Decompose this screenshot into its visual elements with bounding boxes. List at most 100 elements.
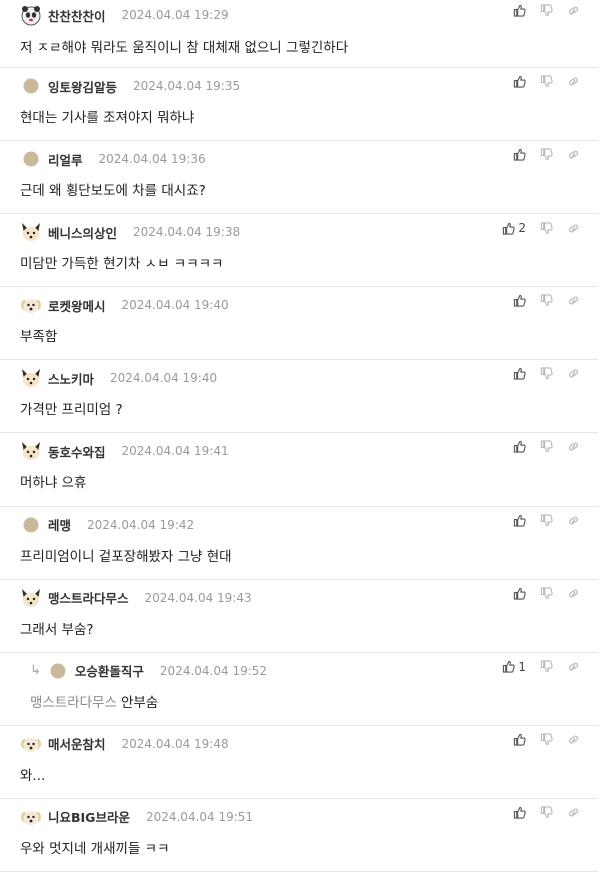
avatar[interactable]: [20, 367, 42, 389]
like-button[interactable]: [513, 294, 526, 307]
thumbs-up-icon: [513, 75, 526, 88]
dislike-button[interactable]: [540, 294, 553, 307]
copy-link-button[interactable]: [567, 4, 580, 17]
copy-link-button[interactable]: [567, 294, 580, 307]
avatar[interactable]: [20, 514, 42, 536]
copy-link-button[interactable]: [567, 806, 580, 819]
dislike-button[interactable]: [540, 440, 553, 453]
author-nickname[interactable]: 잉토왕김알등: [48, 77, 117, 96]
comment-item: 맹스트라다무스 2024.04.04 19:43 그래서 부숨?: [0, 579, 598, 653]
dislike-button[interactable]: [540, 660, 553, 673]
copy-link-button[interactable]: [567, 440, 580, 453]
dislike-button[interactable]: [540, 513, 553, 527]
like-button[interactable]: [513, 148, 526, 161]
dislike-button[interactable]: [540, 4, 553, 17]
dislike-button[interactable]: [540, 75, 553, 88]
copy-link-button[interactable]: [567, 733, 580, 746]
author-nickname[interactable]: 베니스의상인: [48, 223, 117, 242]
author-nickname[interactable]: 맹스트라다무스: [48, 588, 129, 607]
like-button[interactable]: [513, 806, 526, 819]
copy-link-button[interactable]: [567, 587, 580, 600]
avatar[interactable]: [20, 221, 42, 243]
comment-timestamp: 2024.04.04 19:51: [145, 809, 254, 824]
dislike-button[interactable]: [540, 222, 553, 235]
comment-actions: [499, 75, 580, 88]
avatar[interactable]: [20, 294, 42, 316]
comment-meta: 레맹 2024.04.04 19:42: [20, 515, 194, 535]
avatar[interactable]: [20, 806, 42, 828]
like-button[interactable]: [513, 587, 526, 600]
comment-item: 로켓왕메시 2024.04.04 19:40 부족함: [0, 287, 598, 361]
copy-link-button[interactable]: [567, 75, 580, 88]
author-nickname[interactable]: 동호수와집: [48, 442, 106, 461]
comment-meta: 베니스의상인 2024.04.04 19:38: [20, 222, 240, 242]
comment-timestamp: 2024.04.04 19:29: [121, 8, 229, 22]
comment-timestamp: 2024.04.04 19:38: [133, 225, 241, 240]
dislike-button[interactable]: [540, 148, 553, 161]
copy-link-button[interactable]: [567, 222, 580, 235]
copy-link-button[interactable]: [567, 660, 580, 673]
thumbs-down-icon: [540, 148, 553, 161]
comment-text: 가격만 프리미엄 ?: [20, 398, 123, 418]
comment-actions: 2: [488, 221, 580, 235]
like-button[interactable]: [513, 440, 526, 454]
comment-actions: [499, 440, 580, 454]
like-button[interactable]: 1: [502, 660, 526, 674]
avatar[interactable]: [20, 75, 42, 97]
author-nickname[interactable]: 니요BIG브라운: [48, 807, 130, 826]
comment-timestamp: 2024.04.04 19:43: [144, 590, 252, 605]
author-nickname[interactable]: 찬찬찬찬이: [48, 6, 106, 25]
comment-meta: 동호수와집 2024.04.04 19:41: [20, 441, 229, 461]
avatar[interactable]: [20, 733, 42, 755]
comment-body: 현대는 기사를 조져야지 뭐하냐: [20, 110, 195, 126]
thumbs-down-icon: [540, 367, 553, 380]
comment-body: 머하냐 으휴: [20, 475, 87, 492]
copy-link-button[interactable]: [567, 514, 580, 527]
comment-item: 매서운참치 2024.04.04 19:48 와...: [0, 725, 598, 799]
comment-text: 현대는 기사를 조져야지 뭐하냐: [20, 106, 194, 126]
like-button[interactable]: [513, 75, 526, 88]
like-count: 1: [518, 659, 526, 674]
comment-body: 그래서 부숨?: [20, 621, 94, 638]
author-nickname[interactable]: 매서운참치: [48, 734, 106, 753]
author-nickname[interactable]: 리얼루: [48, 150, 83, 169]
thumbs-down-icon: [540, 4, 553, 17]
mention-tag[interactable]: 맹스트라다무스: [30, 695, 117, 711]
dislike-button[interactable]: [540, 806, 553, 819]
comment-text: 머하냐 으휴: [20, 471, 86, 491]
thumbs-up-icon: [513, 806, 526, 819]
author-nickname[interactable]: 오승환돌직구: [75, 661, 144, 680]
comment-timestamp: 2024.04.04 19:36: [98, 152, 206, 167]
dislike-button[interactable]: [540, 367, 553, 380]
like-button[interactable]: [513, 733, 526, 746]
like-button[interactable]: [513, 514, 526, 527]
avatar[interactable]: [20, 587, 42, 609]
like-button[interactable]: 2: [502, 221, 526, 235]
like-button[interactable]: [513, 4, 526, 17]
avatar[interactable]: [20, 440, 42, 462]
dislike-button[interactable]: [540, 733, 553, 746]
comment-text: 와...: [20, 764, 45, 784]
copy-link-button[interactable]: [567, 148, 580, 161]
comment-body: 와...: [20, 767, 46, 784]
comment-body: 근데 왜 횡단보도에 차를 대시죠?: [20, 183, 206, 200]
link-icon: [567, 587, 580, 600]
copy-link-button[interactable]: [567, 367, 580, 380]
author-nickname[interactable]: 스노키마: [48, 369, 94, 388]
thumbs-up-icon: [513, 367, 526, 381]
avatar[interactable]: [20, 4, 42, 26]
comment-timestamp: 2024.04.04 19:52: [159, 663, 268, 678]
avatar[interactable]: [47, 660, 69, 682]
comment-text: 저 ㅈㄹ해야 뭐라도 움직이니 참 대체재 없으니 그렇긴하다: [20, 36, 348, 56]
comment-body: 미담만 가득한 현기차 ㅅㅂ ㅋㅋㅋㅋ: [20, 256, 224, 273]
author-nickname[interactable]: 로켓왕메시: [48, 296, 106, 315]
thumbs-down-icon: [540, 513, 553, 527]
like-button[interactable]: [513, 367, 526, 381]
comment-meta: 매서운참치 2024.04.04 19:48: [20, 734, 229, 754]
author-nickname[interactable]: 레맹: [48, 515, 71, 534]
avatar[interactable]: [20, 148, 42, 170]
comment-item: 스노키마 2024.04.04 19:40 가격만 프리미엄 ?: [0, 360, 598, 434]
dislike-button[interactable]: [540, 587, 553, 600]
link-icon: [567, 294, 580, 307]
comment-meta: 찬찬찬찬이 2024.04.04 19:29: [20, 4, 229, 26]
